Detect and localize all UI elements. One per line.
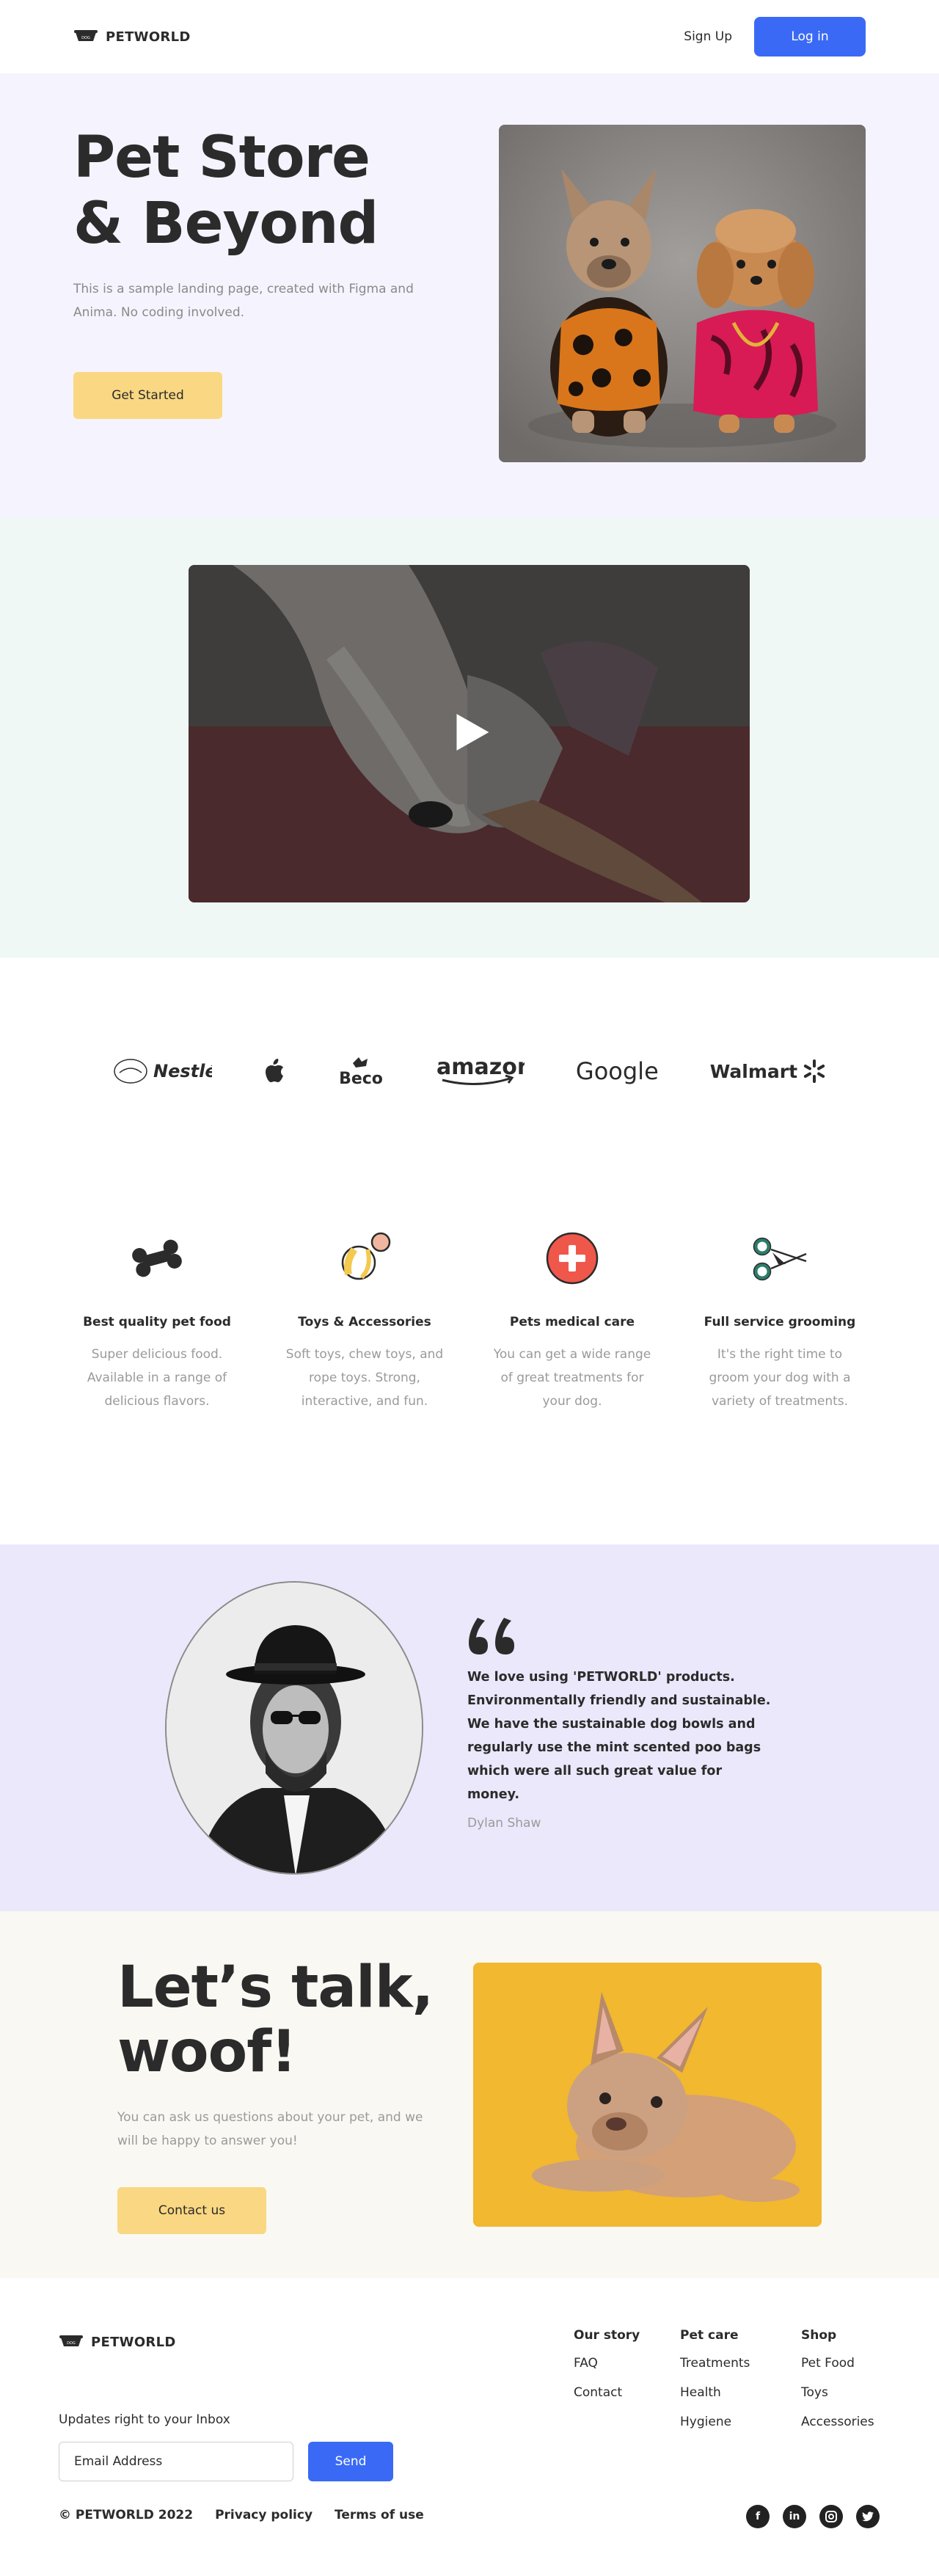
footer-link-treatments[interactable]: Treatments xyxy=(680,2354,801,2372)
feature-food: Best quality pet food Super delicious fo… xyxy=(69,1229,245,1413)
pet-bowl-icon: DOG xyxy=(73,28,98,45)
partner-logos: Nestlé Beco amazon Google Walmart xyxy=(0,957,939,1178)
google-logo: Google xyxy=(576,1057,659,1085)
footer-link-toys[interactable]: Toys xyxy=(801,2384,874,2401)
email-field[interactable] xyxy=(59,2442,293,2481)
social-links: f in xyxy=(746,2505,880,2528)
contact-dog-image xyxy=(473,1963,822,2227)
pet-bowl-icon: DOG xyxy=(59,2333,84,2351)
newsletter-label: Updates right to your Inbox xyxy=(59,2412,230,2427)
send-button[interactable]: Send xyxy=(308,2442,393,2481)
beco-logo: Beco xyxy=(337,1054,385,1088)
login-button[interactable]: Log in xyxy=(754,17,866,56)
footer-col-our-story: Our story FAQ Contact xyxy=(574,2328,680,2442)
get-started-button[interactable]: Get Started xyxy=(73,372,222,419)
feature-medical: Pets medical care You can get a wide ran… xyxy=(484,1229,660,1413)
video-player[interactable] xyxy=(189,565,750,902)
hero-subtitle: This is a sample landing page, created w… xyxy=(73,282,414,320)
contact-title: Let’s talk, woof! xyxy=(117,1955,434,2085)
footer-link-accessories[interactable]: Accessories xyxy=(801,2413,874,2431)
footer-bottom-bar: © PETWORLD 2022 Privacy policy Terms of … xyxy=(59,2508,424,2522)
contact-title-line2: woof! xyxy=(117,2019,297,2085)
footer-link-contact[interactable]: Contact xyxy=(574,2384,680,2401)
scissors-icon xyxy=(692,1229,868,1288)
contact-title-line1: Let’s talk, xyxy=(117,1955,434,2021)
amazon-logo-text: amazon xyxy=(436,1055,525,1080)
footer-col-pet-care: Pet care Treatments Health Hygiene xyxy=(680,2328,801,2442)
bone-icon xyxy=(69,1229,245,1288)
nestle-logo: Nestlé xyxy=(112,1057,212,1086)
copyright: © PETWORLD 2022 xyxy=(59,2508,194,2522)
hero-section: Pet Store & Beyond This is a sample land… xyxy=(0,73,939,517)
video-section xyxy=(0,517,939,957)
hero-dogs-image xyxy=(499,125,866,462)
feature-title: Full service grooming xyxy=(704,1315,856,1329)
brand-logo[interactable]: DOG PETWORLD xyxy=(73,28,191,45)
footer-col-title: Pet care xyxy=(680,2328,739,2343)
testimonial-avatar xyxy=(165,1581,423,1875)
amazon-logo: amazon xyxy=(436,1055,525,1087)
feature-toys: Toys & Accessories Soft toys, chew toys,… xyxy=(277,1229,453,1413)
contact-section: Let’s talk, woof! You can ask us questio… xyxy=(0,1911,939,2278)
footer-link-health[interactable]: Health xyxy=(680,2384,801,2401)
footer-link-faq[interactable]: FAQ xyxy=(574,2354,680,2372)
feature-desc: You can get a wide range of great treatm… xyxy=(493,1347,651,1409)
contact-subtitle: You can ask us questions about your pet,… xyxy=(117,2110,423,2148)
twitter-icon[interactable] xyxy=(856,2505,880,2528)
svg-text:DOG: DOG xyxy=(81,36,90,40)
walmart-logo-text: Walmart xyxy=(709,1060,798,1082)
ball-toy-icon xyxy=(277,1229,453,1288)
hero-title-line1: Pet Store xyxy=(73,125,370,191)
walmart-logo: Walmart xyxy=(710,1059,827,1084)
feature-desc: It's the right time to groom your dog wi… xyxy=(709,1347,851,1409)
facebook-icon[interactable]: f xyxy=(746,2505,770,2528)
play-icon[interactable] xyxy=(456,714,489,754)
terms-of-use-link[interactable]: Terms of use xyxy=(335,2508,424,2522)
google-logo-text: Google xyxy=(575,1057,659,1085)
top-nav: DOG PETWORLD Sign Up Log in xyxy=(0,0,939,73)
footer-col-title: Our story xyxy=(574,2328,640,2343)
linkedin-icon[interactable]: in xyxy=(783,2505,806,2528)
brand-name: PETWORLD xyxy=(106,29,191,45)
footer-link-hygiene[interactable]: Hygiene xyxy=(680,2413,801,2431)
walmart-spark-icon xyxy=(803,1059,825,1083)
feature-title: Toys & Accessories xyxy=(298,1315,431,1329)
apple-logo-icon xyxy=(263,1058,285,1084)
instagram-icon[interactable] xyxy=(819,2505,843,2528)
feature-grooming: Full service grooming It's the right tim… xyxy=(692,1229,868,1413)
footer-link-columns: Our story FAQ Contact Pet care Treatment… xyxy=(574,2328,874,2442)
footer-col-title: Shop xyxy=(801,2328,837,2343)
feature-desc: Soft toys, chew toys, and rope toys. Str… xyxy=(285,1347,444,1409)
signup-link[interactable]: Sign Up xyxy=(684,29,732,44)
privacy-policy-link[interactable]: Privacy policy xyxy=(215,2508,313,2522)
feature-title: Pets medical care xyxy=(509,1315,635,1329)
svg-text:DOG: DOG xyxy=(67,2341,76,2346)
contact-us-button[interactable]: Contact us xyxy=(117,2187,266,2234)
nestle-logo-text: Nestlé xyxy=(153,1061,212,1081)
beco-logo-text: Beco xyxy=(339,1070,383,1088)
testimonial-author: Dylan Shaw xyxy=(467,1816,541,1831)
hero-title: Pet Store & Beyond xyxy=(73,125,379,257)
hero-title-line2: & Beyond xyxy=(73,191,379,257)
footer-link-pet-food[interactable]: Pet Food xyxy=(801,2354,874,2372)
feature-desc: Super delicious food. Available in a ran… xyxy=(87,1347,227,1409)
footer: DOG PETWORLD Updates right to your Inbox… xyxy=(0,2278,939,2576)
features-section: Best quality pet food Super delicious fo… xyxy=(0,1178,939,1544)
medical-cross-icon xyxy=(484,1229,660,1288)
feature-title: Best quality pet food xyxy=(83,1315,231,1329)
footer-brand-logo[interactable]: DOG PETWORLD xyxy=(59,2333,176,2351)
quote-icon xyxy=(467,1618,516,1657)
testimonial-section: We love using 'PETWORLD' products. Envir… xyxy=(0,1544,939,1911)
footer-col-shop: Shop Pet Food Toys Accessories xyxy=(801,2328,874,2442)
footer-brand-name: PETWORLD xyxy=(91,2334,176,2350)
testimonial-quote: We love using 'PETWORLD' products. Envir… xyxy=(467,1670,771,1802)
